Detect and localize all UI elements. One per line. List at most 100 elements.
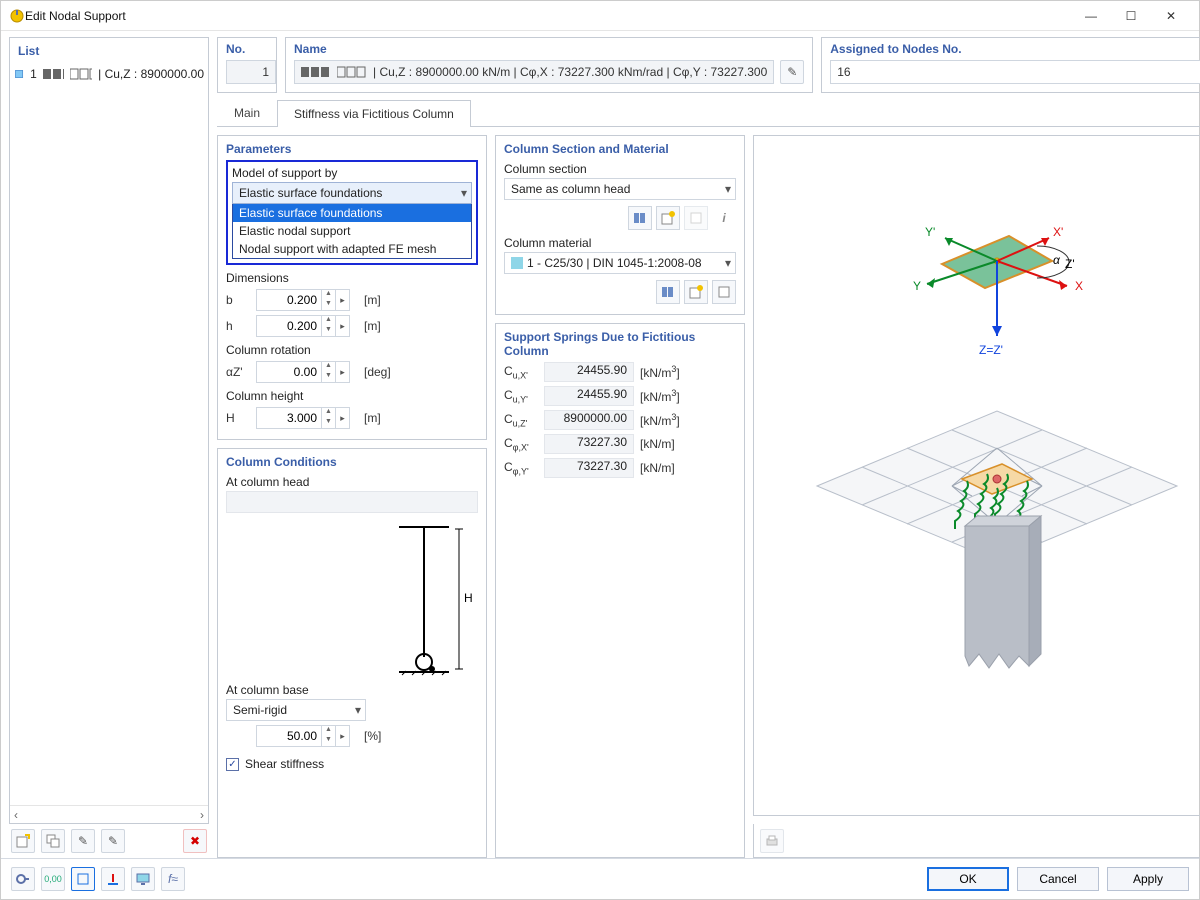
list-title: List: [10, 38, 208, 64]
h-input[interactable]: [256, 315, 322, 337]
base-pct-step[interactable]: ▸: [336, 725, 350, 747]
mat-library-button[interactable]: [656, 280, 680, 304]
constraint-icons-1: [301, 66, 331, 78]
H-step[interactable]: ▸: [336, 407, 350, 429]
h-step[interactable]: ▸: [336, 315, 350, 337]
h-unit: [m]: [364, 319, 381, 333]
tab-main[interactable]: Main: [217, 99, 277, 126]
base-pct-unit: [%]: [364, 729, 381, 743]
H-spinner[interactable]: ▲▼: [322, 407, 336, 429]
H-unit: [m]: [364, 411, 381, 425]
h-spinner[interactable]: ▲▼: [322, 315, 336, 337]
mat-new-button[interactable]: [684, 280, 708, 304]
chevron-down-icon: ▾: [461, 186, 467, 200]
preview-print-button[interactable]: [760, 829, 784, 853]
help-button[interactable]: [11, 867, 35, 891]
units-button[interactable]: 0,00: [41, 867, 65, 891]
cs-combo[interactable]: Same as column head ▾: [504, 178, 736, 200]
new-item-button[interactable]: [11, 829, 35, 853]
chevron-down-icon: ▾: [355, 703, 361, 717]
copy-item-button[interactable]: [41, 829, 65, 853]
shear-stiffness-row[interactable]: ✓ Shear stiffness: [226, 757, 478, 771]
support-fixity-icon: [14, 67, 24, 81]
model-option-2[interactable]: Nodal support with adapted FE mesh: [233, 240, 471, 258]
edit-button-2[interactable]: ✎: [101, 829, 125, 853]
tab-stiffness[interactable]: Stiffness via Fictitious Column: [277, 100, 471, 127]
monitor-icon: [136, 872, 150, 886]
view-4-button[interactable]: f≈: [161, 867, 185, 891]
b-unit: [m]: [364, 293, 381, 307]
view-3-button[interactable]: [131, 867, 155, 891]
no-input[interactable]: [226, 60, 276, 84]
model-dropdown[interactable]: Elastic surface foundations Elastic noda…: [232, 204, 472, 259]
book-icon: [633, 211, 647, 225]
preview-3d[interactable]: X X' Y Y' Z=Z' αZ': [753, 135, 1200, 816]
new-icon: [16, 834, 30, 848]
spring-label: Cu,Y': [504, 388, 538, 404]
minimize-button[interactable]: —: [1071, 2, 1111, 30]
assigned-input[interactable]: 16: [830, 60, 1200, 84]
edit-button-1[interactable]: ✎: [71, 829, 95, 853]
model-combo[interactable]: Elastic surface foundations ▾: [232, 182, 472, 204]
cs-edit-button: [684, 206, 708, 230]
diagram-H-label: H: [464, 591, 473, 605]
base-pct-spinner[interactable]: ▲▼: [322, 725, 336, 747]
assigned-group: Assigned to Nodes No. 16: [821, 37, 1200, 93]
springs-title: Support Springs Due to Fictitious Column: [504, 330, 736, 358]
dimensions-label: Dimensions: [226, 271, 478, 285]
close-button[interactable]: ✕: [1151, 2, 1191, 30]
base-pct-row: ▲▼ ▸ [%]: [226, 725, 478, 747]
view-2-button[interactable]: [101, 867, 125, 891]
axis-az-sub: Z': [1065, 257, 1075, 271]
list-body[interactable]: 1 | Cu,Z : 8900000.00: [10, 64, 208, 805]
model-option-0[interactable]: Elastic surface foundations: [233, 204, 471, 222]
b-spinner[interactable]: ▲▼: [322, 289, 336, 311]
shear-checkbox[interactable]: ✓: [226, 758, 239, 771]
conditions-title: Column Conditions: [226, 455, 478, 469]
info-icon: i: [722, 211, 725, 225]
cs-new-button[interactable]: [656, 206, 680, 230]
name-label: Name: [294, 42, 804, 56]
axis-z-label: Z=Z': [979, 343, 1003, 357]
list-item[interactable]: 1 | Cu,Z : 8900000.00: [14, 66, 204, 82]
az-input[interactable]: [256, 361, 322, 383]
spring-label: Cu,Z': [504, 412, 538, 428]
spring-unit: [kN/m]: [640, 437, 675, 451]
H-input[interactable]: [256, 407, 322, 429]
base-pct-input[interactable]: [256, 725, 322, 747]
dim-h-row: h ▲▼ ▸ [m]: [226, 315, 478, 337]
ok-button[interactable]: OK: [927, 867, 1009, 891]
app-icon: [9, 8, 25, 24]
mat-edit-button[interactable]: [712, 280, 736, 304]
view-1-button[interactable]: [71, 867, 95, 891]
cancel-button[interactable]: Cancel: [1017, 867, 1099, 891]
b-step[interactable]: ▸: [336, 289, 350, 311]
b-input[interactable]: [256, 289, 322, 311]
name-display: | Cu,Z : 8900000.00 kN/m | Cφ,X : 73227.…: [294, 60, 774, 84]
height-label: Column height: [226, 389, 478, 403]
edit-name-button[interactable]: ✎: [780, 60, 804, 84]
column-diagram: H: [226, 513, 478, 677]
maximize-button[interactable]: ☐: [1111, 2, 1151, 30]
base-condition-combo[interactable]: Semi-rigid ▾: [226, 699, 366, 721]
list-item-text: | Cu,Z : 8900000.00: [98, 67, 204, 81]
material-selected: 1 - C25/30 | DIN 1045-1:2008-08: [527, 256, 702, 270]
list-hscroll[interactable]: ‹›: [10, 805, 208, 823]
apply-button[interactable]: Apply: [1107, 867, 1189, 891]
az-spinner[interactable]: ▲▼: [322, 361, 336, 383]
parameters-section: Parameters Model of support by Elastic s…: [217, 135, 487, 440]
axis-az-label: α: [1053, 253, 1061, 267]
az-step[interactable]: ▸: [336, 361, 350, 383]
delete-icon: ✖: [190, 834, 200, 848]
shear-label: Shear stiffness: [245, 757, 324, 771]
spring-row: Cφ,X' 73227.30 [kN/m]: [504, 434, 736, 454]
az-row: αZ' ▲▼ ▸ [deg]: [226, 361, 478, 383]
window-title: Edit Nodal Support: [25, 9, 1071, 23]
cs-info-button[interactable]: i: [712, 206, 736, 230]
cs-library-button[interactable]: [628, 206, 652, 230]
material-combo[interactable]: 1 - C25/30 | DIN 1045-1:2008-08 ▾: [504, 252, 736, 274]
delete-item-button[interactable]: ✖: [183, 829, 207, 853]
model-option-1[interactable]: Elastic nodal support: [233, 222, 471, 240]
az-unit: [deg]: [364, 365, 391, 379]
spring-label: Cu,X': [504, 364, 538, 380]
